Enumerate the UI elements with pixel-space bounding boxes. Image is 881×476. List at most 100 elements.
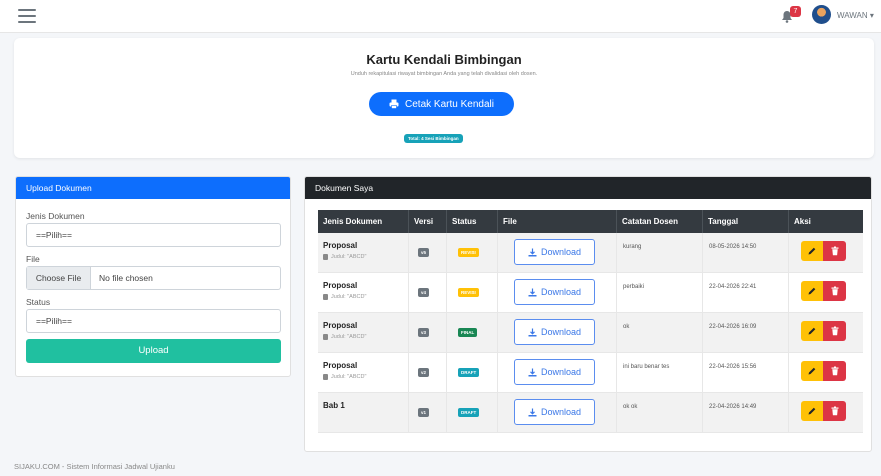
catatan-cell: perbaiki: [617, 273, 703, 313]
catatan-text: ini baru benar tes: [623, 364, 670, 370]
download-button[interactable]: Download: [514, 359, 595, 385]
judul-text: Judul: "ABCD": [331, 334, 367, 340]
tanggal-cell: 22-04-2026 15:56: [703, 353, 789, 393]
aksi-cell: [789, 233, 863, 273]
jenis-dokumen-text: Proposal: [323, 321, 358, 330]
tanggal-text: 22-04-2026 15:56: [709, 364, 757, 370]
download-label: Download: [540, 287, 582, 297]
aksi-cell: [789, 393, 863, 433]
judul-text: Judul: "ABCD": [331, 374, 367, 380]
status-cell: DRAFT: [447, 393, 498, 433]
judul-text: Judul: "ABCD": [331, 254, 367, 260]
cetak-kartu-button[interactable]: Cetak Kartu Kendali: [369, 92, 514, 116]
table-body: Proposal Judul: "ABCD" v5 REVISI Downloa…: [318, 233, 863, 433]
catatan-cell: ini baru benar tes: [617, 353, 703, 393]
upload-card-header: Upload Dokumen: [16, 177, 290, 199]
edit-button[interactable]: [801, 281, 823, 301]
trash-icon: [831, 326, 838, 336]
pencil-icon: [808, 407, 816, 415]
aksi-cell: [789, 313, 863, 353]
tanggal-cell: 22-04-2026 22:41: [703, 273, 789, 313]
versi-badge: v1: [418, 408, 430, 417]
status-label: Status: [26, 297, 51, 307]
versi-badge: v4: [418, 288, 430, 297]
catatan-text: ok ok: [623, 404, 638, 410]
document-icon: [323, 294, 328, 300]
download-label: Download: [540, 407, 582, 417]
status-select[interactable]: ==Pilih==: [26, 309, 281, 333]
tanggal-text: 22-04-2026 16:09: [709, 324, 757, 330]
delete-button[interactable]: [823, 241, 846, 261]
pencil-icon: [808, 327, 816, 335]
upload-card: Upload Dokumen Jenis Dokumen ==Pilih== F…: [15, 176, 291, 377]
status-badge: REVISI: [458, 248, 479, 257]
edit-button[interactable]: [801, 401, 823, 421]
kartu-description: Unduh rekapitulasi riwayat bimbingan And…: [350, 71, 538, 77]
jenis-dokumen-text: Proposal: [323, 241, 358, 250]
jenis-dokumen-text: Bab 1: [323, 401, 345, 410]
judul-line: Judul: "ABCD": [323, 334, 366, 340]
status-cell: FINAL: [447, 313, 498, 353]
judul-line: Judul: "ABCD": [323, 374, 366, 380]
download-button[interactable]: Download: [514, 279, 595, 305]
file-cell: Download: [498, 393, 617, 433]
edit-button[interactable]: [801, 321, 823, 341]
tanggal-text: 22-04-2026 22:41: [709, 284, 757, 290]
table-row: Bab 1 v1 DRAFT Download ok ok 22-04-2026…: [318, 393, 863, 433]
delete-button[interactable]: [823, 281, 846, 301]
status-badge: REVISI: [458, 288, 479, 297]
download-button[interactable]: Download: [514, 399, 595, 425]
tanggal-text: 08-05-2026 14:50: [709, 244, 757, 250]
jenis-cell: Proposal Judul: "ABCD": [318, 353, 409, 393]
download-icon: [528, 288, 537, 296]
jenis-dokumen-label: Jenis Dokumen: [26, 211, 85, 221]
kartu-kendali-card: Kartu Kendali Bimbingan Unduh rekapitula…: [14, 38, 874, 158]
document-icon: [323, 374, 328, 380]
status-badge: DRAFT: [458, 368, 480, 377]
file-cell: Download: [498, 233, 617, 273]
catatan-cell: ok ok: [617, 393, 703, 433]
table-row: Proposal Judul: "ABCD" v5 REVISI Downloa…: [318, 233, 863, 273]
edit-button[interactable]: [801, 361, 823, 381]
delete-button[interactable]: [823, 321, 846, 341]
jenis-cell: Proposal Judul: "ABCD": [318, 313, 409, 353]
delete-button[interactable]: [823, 401, 846, 421]
document-icon: [323, 334, 328, 340]
menu-icon[interactable]: [18, 9, 36, 23]
dokumen-card-header: Dokumen Saya: [305, 177, 871, 199]
column-header: Catatan Dosen: [617, 210, 703, 233]
file-name-text: No file chosen: [99, 273, 153, 283]
pencil-icon: [808, 287, 816, 295]
download-label: Download: [540, 247, 582, 257]
judul-text: Judul: "ABCD": [331, 294, 367, 300]
pencil-icon: [808, 367, 816, 375]
delete-button[interactable]: [823, 361, 846, 381]
jenis-dokumen-select[interactable]: ==Pilih==: [26, 223, 281, 247]
upload-button[interactable]: Upload: [26, 339, 281, 363]
choose-file-button[interactable]: Choose File: [27, 267, 91, 289]
total-sesi-badge: Total: 4 Sesi Bimbingan: [404, 134, 463, 143]
file-input[interactable]: Choose File No file chosen: [26, 266, 281, 290]
download-button[interactable]: Download: [514, 239, 595, 265]
dokumen-saya-card: Dokumen Saya Jenis Dokumen Versi Status …: [304, 176, 872, 452]
catatan-text: kurang: [623, 244, 642, 250]
footer-text: SIJAKU.COM - Sistem Informasi Jadwal Uji…: [14, 462, 175, 471]
table-row: Proposal Judul: "ABCD" v2 DRAFT Download…: [318, 353, 863, 393]
table-row: Proposal Judul: "ABCD" v4 REVISI Downloa…: [318, 273, 863, 313]
printer-icon: [389, 99, 399, 109]
file-label: File: [26, 254, 40, 264]
versi-cell: v4: [409, 273, 447, 313]
user-menu[interactable]: WAWAN ▾: [837, 11, 874, 20]
download-label: Download: [540, 327, 582, 337]
status-badge: FINAL: [458, 328, 478, 337]
status-cell: REVISI: [447, 273, 498, 313]
download-button[interactable]: Download: [514, 319, 595, 345]
caret-down-icon: ▾: [869, 11, 874, 20]
jenis-cell: Bab 1: [318, 393, 409, 433]
download-icon: [528, 248, 537, 256]
tanggal-cell: 22-04-2026 16:09: [703, 313, 789, 353]
user-name: WAWAN: [837, 11, 868, 20]
versi-badge: v3: [418, 328, 430, 337]
edit-button[interactable]: [801, 241, 823, 261]
avatar[interactable]: [812, 5, 831, 24]
